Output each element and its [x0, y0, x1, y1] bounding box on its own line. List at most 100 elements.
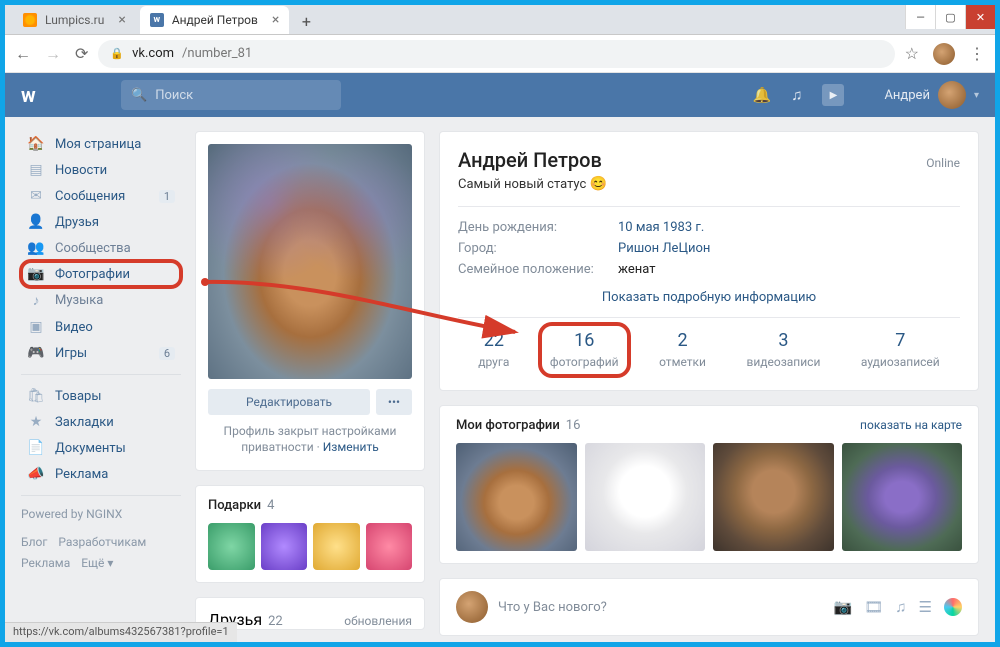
- sidebar-item-messages[interactable]: ✉Сообщения1: [21, 183, 181, 209]
- sidebar-item-label: Моя страница: [55, 137, 141, 152]
- gift-item[interactable]: [366, 523, 413, 570]
- star-icon: ★: [27, 414, 45, 430]
- friends-updates-link[interactable]: обновления: [344, 614, 412, 628]
- document-icon: 📄: [27, 440, 45, 456]
- browser-tab-lumpics[interactable]: Lumpics.ru ×: [13, 6, 136, 34]
- attach-music-icon[interactable]: ♫: [895, 598, 906, 616]
- window-maximize-button[interactable]: ▢: [935, 5, 965, 29]
- photo-thumb[interactable]: [713, 443, 834, 551]
- privacy-change-link[interactable]: Изменить: [323, 440, 379, 454]
- favicon-vk: w: [150, 13, 164, 27]
- avatar: [456, 591, 488, 623]
- tab-title: Lumpics.ru: [45, 13, 104, 27]
- profile-photo-card: Редактировать ••• Профиль закрыт настрой…: [195, 131, 425, 471]
- music-icon: ♪: [27, 292, 45, 309]
- close-icon[interactable]: ×: [272, 12, 279, 28]
- sidebar-item-video[interactable]: ▣ Видео: [21, 314, 181, 340]
- sidebar-item-friends[interactable]: 👤Друзья: [21, 209, 181, 235]
- badge: 1: [159, 190, 175, 203]
- badge: 6: [159, 347, 175, 360]
- home-icon: 🏠: [27, 136, 45, 152]
- photos-title: Мои фотографии: [456, 418, 560, 433]
- attach-photo-icon[interactable]: 📷: [834, 598, 853, 616]
- sidebar-item-market[interactable]: 🛍Товары: [21, 383, 181, 409]
- window-minimize-button[interactable]: —: [905, 5, 935, 29]
- friends-count: 22: [268, 614, 283, 629]
- sidebar-item-my-page[interactable]: 🏠 Моя страница: [21, 131, 181, 157]
- photo-thumb[interactable]: [585, 443, 706, 551]
- edit-button[interactable]: Редактировать: [208, 389, 370, 415]
- sidebar-item-news[interactable]: ▤Новости: [21, 157, 181, 183]
- photo-thumb[interactable]: [456, 443, 577, 551]
- reload-button[interactable]: ⟳: [75, 44, 88, 64]
- back-button[interactable]: ←: [15, 44, 31, 64]
- games-icon: 🎮: [27, 345, 45, 361]
- sidebar-item-documents[interactable]: 📄 Документы: [21, 435, 181, 461]
- new-post-input[interactable]: Что у Вас нового?: [498, 600, 824, 615]
- sidebar-item-groups[interactable]: 👥Сообщества: [21, 235, 181, 261]
- sidebar-item-label: Документы: [55, 441, 126, 456]
- close-icon[interactable]: ×: [118, 12, 125, 28]
- footer-link-blog[interactable]: Блог: [21, 535, 47, 549]
- music-icon[interactable]: ♫: [791, 86, 802, 104]
- counter-photos[interactable]: 16фотографий: [542, 326, 627, 374]
- sidebar-item-label: Закладки: [55, 415, 114, 430]
- info-birthday[interactable]: 10 мая 1983 г.: [618, 220, 704, 235]
- sidebar-item-ads[interactable]: 📣Реклама: [21, 461, 181, 487]
- counter-friends[interactable]: 22друга: [470, 326, 517, 374]
- star-icon[interactable]: ☆: [905, 44, 919, 63]
- sidebar-item-games[interactable]: 🎮Игры6: [21, 340, 181, 366]
- vk-logo[interactable]: w: [21, 83, 121, 107]
- footer-link-ads[interactable]: Реклама: [21, 556, 70, 570]
- info-relationship: женат: [618, 262, 655, 277]
- counter-tags[interactable]: 2отметки: [651, 326, 714, 374]
- video-icon: ▣: [27, 319, 45, 335]
- menu-icon[interactable]: ⋮: [969, 44, 985, 63]
- counter-videos[interactable]: 3видеозаписи: [738, 326, 828, 374]
- profile-photo[interactable]: [208, 144, 412, 379]
- browser-toolbar: ← → ⟳ 🔒 vk.com/number_81 ☆ ⋮: [5, 35, 995, 73]
- favicon-lumpics: [23, 13, 37, 27]
- browser-tab-vk[interactable]: w Андрей Петров ×: [140, 6, 290, 34]
- address-bar[interactable]: 🔒 vk.com/number_81: [98, 40, 894, 68]
- url-domain: vk.com: [132, 46, 174, 61]
- profile-avatar-button[interactable]: [933, 43, 955, 65]
- url-path: /number_81: [182, 46, 252, 61]
- gifts-card: Подарки4: [195, 485, 425, 583]
- avatar: [938, 81, 966, 109]
- gift-item[interactable]: [208, 523, 255, 570]
- browser-tab-strip: Lumpics.ru × w Андрей Петров × +: [5, 5, 995, 35]
- play-icon[interactable]: ▶: [822, 84, 844, 106]
- sidebar-item-label: Друзья: [55, 215, 99, 230]
- emoji-picker-icon[interactable]: [944, 598, 962, 616]
- photo-thumb[interactable]: [842, 443, 963, 551]
- forward-button[interactable]: →: [45, 44, 61, 64]
- search-placeholder: Поиск: [155, 88, 193, 103]
- profile-status[interactable]: Самый новый статус 😊: [458, 176, 960, 192]
- sidebar-item-bookmarks[interactable]: ★ Закладки: [21, 409, 181, 435]
- groups-icon: 👥: [27, 240, 45, 256]
- show-on-map-link[interactable]: показать на карте: [860, 418, 962, 432]
- gift-item[interactable]: [261, 523, 308, 570]
- gift-item[interactable]: [313, 523, 360, 570]
- window-close-button[interactable]: ✕: [965, 5, 995, 29]
- notifications-icon[interactable]: 🔔: [753, 86, 772, 104]
- vk-header: w 🔍 Поиск 🔔 ♫ ▶ Андрей ▾: [5, 73, 995, 117]
- attach-more-icon[interactable]: ☰: [919, 598, 932, 616]
- sidebar-item-photos[interactable]: 📷Фотографии: [21, 261, 181, 287]
- privacy-note: Профиль закрыт настройками приватности ·…: [208, 415, 412, 459]
- more-button[interactable]: •••: [376, 389, 412, 415]
- show-more-info-link[interactable]: Показать подробную информацию: [458, 280, 960, 305]
- info-city[interactable]: Ришон ЛеЦион: [618, 241, 710, 256]
- attach-video-icon[interactable]: 🎞: [864, 598, 883, 616]
- search-input[interactable]: 🔍 Поиск: [121, 80, 341, 110]
- footer-link-more[interactable]: Ещё ▾: [81, 556, 113, 570]
- new-post-card: Что у Вас нового? 📷 🎞 ♫ ☰: [439, 578, 979, 636]
- header-user-menu[interactable]: Андрей ▾: [884, 81, 979, 109]
- camera-icon: 📷: [27, 266, 45, 282]
- counter-audio[interactable]: 7аудиозаписей: [853, 326, 948, 374]
- new-tab-button[interactable]: +: [293, 8, 319, 34]
- sidebar-item-music[interactable]: ♪Музыка: [21, 287, 181, 314]
- footer-link-developers[interactable]: Разработчикам: [58, 535, 146, 549]
- sidebar-item-label: Видео: [55, 320, 93, 335]
